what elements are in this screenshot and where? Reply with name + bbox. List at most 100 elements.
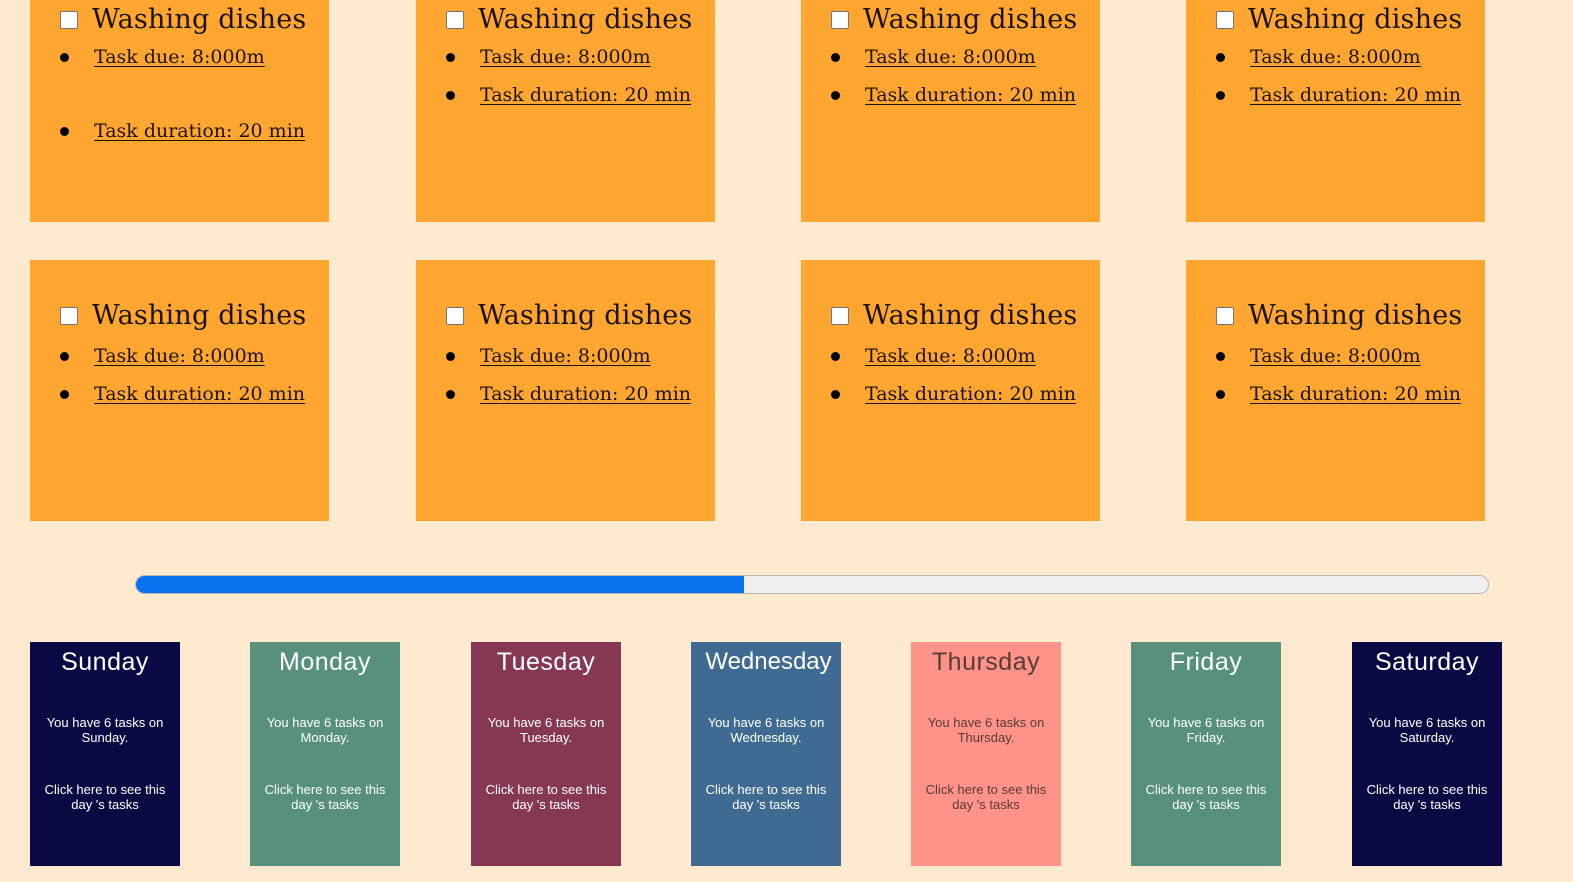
weekly-progress-bar: [135, 575, 1489, 594]
bullet-icon: [60, 126, 69, 136]
day-task-count: You have 6 tasks on Sunday.: [46, 715, 164, 745]
task-checkbox[interactable]: [1216, 306, 1234, 325]
list-item: Task due: 8:000m: [1186, 345, 1421, 367]
bullet-icon: [831, 90, 840, 100]
task-checkbox[interactable]: [446, 306, 464, 325]
page: Washing dishes Task due: 8:000m Task dur…: [0, 0, 1573, 882]
task-checkbox[interactable]: [446, 10, 464, 29]
task-title: Washing dishes: [478, 4, 693, 35]
day-name: Saturday: [1374, 648, 1480, 676]
day-card-tuesday[interactable]: Tuesday You have 6 tasks on Tuesday. Cli…: [471, 642, 621, 866]
day-see-tasks-link[interactable]: Click here to see this day 's tasks: [479, 782, 613, 812]
list-item: Task duration: 20 min: [30, 383, 305, 405]
task-due-link[interactable]: Task due: 8:000m: [865, 46, 1036, 68]
list-item: Task due: 8:000m: [801, 345, 1036, 367]
task-note: Washing dishes Task due: 8:000m Task dur…: [1186, 0, 1485, 222]
day-task-count: You have 6 tasks on Wednesday.: [707, 715, 825, 745]
list-item: Task due: 8:000m: [416, 46, 651, 68]
list-item: Task duration: 20 min: [416, 383, 691, 405]
day-task-count: You have 6 tasks on Friday.: [1147, 715, 1265, 745]
task-checkbox[interactable]: [60, 306, 78, 325]
bullet-icon: [60, 389, 69, 399]
day-card-friday[interactable]: Friday You have 6 tasks on Friday. Click…: [1131, 642, 1281, 866]
task-duration-link[interactable]: Task duration: 20 min: [865, 383, 1076, 405]
task-checkbox[interactable]: [1216, 10, 1234, 29]
bullet-icon: [831, 389, 840, 399]
bullet-icon: [446, 389, 455, 399]
day-task-count: You have 6 tasks on Thursday.: [927, 715, 1045, 745]
day-see-tasks-link[interactable]: Click here to see this day 's tasks: [699, 782, 833, 812]
task-due-link[interactable]: Task due: 8:000m: [94, 345, 265, 367]
list-item: Task due: 8:000m: [801, 46, 1036, 68]
day-name: Monday: [279, 648, 371, 676]
task-note: Washing dishes Task due: 8:000m Task dur…: [801, 0, 1100, 222]
task-title: Washing dishes: [92, 4, 307, 35]
day-task-count: You have 6 tasks on Saturday.: [1368, 715, 1486, 745]
list-item: Task duration: 20 min: [416, 84, 691, 106]
bullet-icon: [446, 90, 455, 100]
task-title: Washing dishes: [478, 300, 693, 331]
day-name: Sunday: [61, 648, 149, 676]
task-note: Washing dishes Task due: 8:000m Task dur…: [801, 260, 1100, 521]
day-see-tasks-link[interactable]: Click here to see this day 's tasks: [1360, 782, 1494, 812]
day-card-monday[interactable]: Monday You have 6 tasks on Monday. Click…: [250, 642, 400, 866]
task-title: Washing dishes: [1248, 300, 1463, 331]
progress-fill: [136, 576, 745, 593]
bullet-icon: [60, 52, 69, 62]
task-duration-link[interactable]: Task duration: 20 min: [1250, 84, 1461, 106]
task-due-link[interactable]: Task due: 8:000m: [480, 46, 651, 68]
task-duration-link[interactable]: Task duration: 20 min: [480, 383, 691, 405]
task-note: Washing dishes Task due: 8:000m Task dur…: [416, 0, 715, 222]
list-item: Task due: 8:000m: [30, 46, 265, 68]
list-item: Task duration: 20 min: [801, 84, 1076, 106]
day-card-wednesday[interactable]: Wednesday You have 6 tasks on Wednesday.…: [691, 642, 841, 866]
task-duration-link[interactable]: Task duration: 20 min: [94, 383, 305, 405]
list-item: Task due: 8:000m: [1186, 46, 1421, 68]
day-name: Friday: [1169, 648, 1243, 676]
day-card-saturday[interactable]: Saturday You have 6 tasks on Saturday. C…: [1352, 642, 1502, 866]
list-item: Task due: 8:000m: [30, 345, 265, 367]
list-item: Task duration: 20 min: [801, 383, 1076, 405]
bullet-icon: [1216, 351, 1225, 361]
day-task-count: You have 6 tasks on Tuesday.: [487, 715, 605, 745]
task-duration-link[interactable]: Task duration: 20 min: [480, 84, 691, 106]
day-see-tasks-link[interactable]: Click here to see this day 's tasks: [38, 782, 172, 812]
day-name: Tuesday: [496, 648, 596, 676]
bullet-icon: [60, 351, 69, 361]
task-checkbox[interactable]: [831, 10, 849, 29]
task-title: Washing dishes: [1248, 4, 1463, 35]
task-title: Washing dishes: [92, 300, 307, 331]
bullet-icon: [446, 351, 455, 361]
task-note: Washing dishes Task due: 8:000m Task dur…: [416, 260, 715, 521]
day-see-tasks-link[interactable]: Click here to see this day 's tasks: [1139, 782, 1273, 812]
task-due-link[interactable]: Task due: 8:000m: [1250, 345, 1421, 367]
day-task-count: You have 6 tasks on Monday.: [266, 715, 384, 745]
task-checkbox[interactable]: [60, 10, 78, 29]
task-note: Washing dishes Task due: 8:000m Task dur…: [30, 260, 329, 521]
task-duration-link[interactable]: Task duration: 20 min: [1250, 383, 1461, 405]
day-see-tasks-link[interactable]: Click here to see this day 's tasks: [258, 782, 392, 812]
task-title: Washing dishes: [863, 300, 1078, 331]
task-title: Washing dishes: [863, 4, 1078, 35]
list-item: Task duration: 20 min: [1186, 383, 1461, 405]
task-duration-link[interactable]: Task duration: 20 min: [94, 120, 305, 142]
task-checkbox[interactable]: [831, 306, 849, 325]
task-due-link[interactable]: Task due: 8:000m: [865, 345, 1036, 367]
bullet-icon: [1216, 52, 1225, 62]
task-note: Washing dishes Task due: 8:000m Task dur…: [30, 0, 329, 222]
bullet-icon: [831, 351, 840, 361]
bullet-icon: [1216, 389, 1225, 399]
bullet-icon: [831, 52, 840, 62]
list-item: Task duration: 20 min: [30, 120, 305, 142]
task-duration-link[interactable]: Task duration: 20 min: [865, 84, 1076, 106]
day-name: Wednesday: [705, 648, 832, 675]
task-due-link[interactable]: Task due: 8:000m: [480, 345, 651, 367]
list-item: Task duration: 20 min: [1186, 84, 1461, 106]
task-due-link[interactable]: Task due: 8:000m: [94, 46, 265, 68]
day-card-thursday[interactable]: Thursday You have 6 tasks on Thursday. C…: [911, 642, 1061, 866]
day-see-tasks-link[interactable]: Click here to see this day 's tasks: [919, 782, 1053, 812]
bullet-icon: [1216, 90, 1225, 100]
task-due-link[interactable]: Task due: 8:000m: [1250, 46, 1421, 68]
bullet-icon: [446, 52, 455, 62]
day-card-sunday[interactable]: Sunday You have 6 tasks on Sunday. Click…: [30, 642, 180, 866]
